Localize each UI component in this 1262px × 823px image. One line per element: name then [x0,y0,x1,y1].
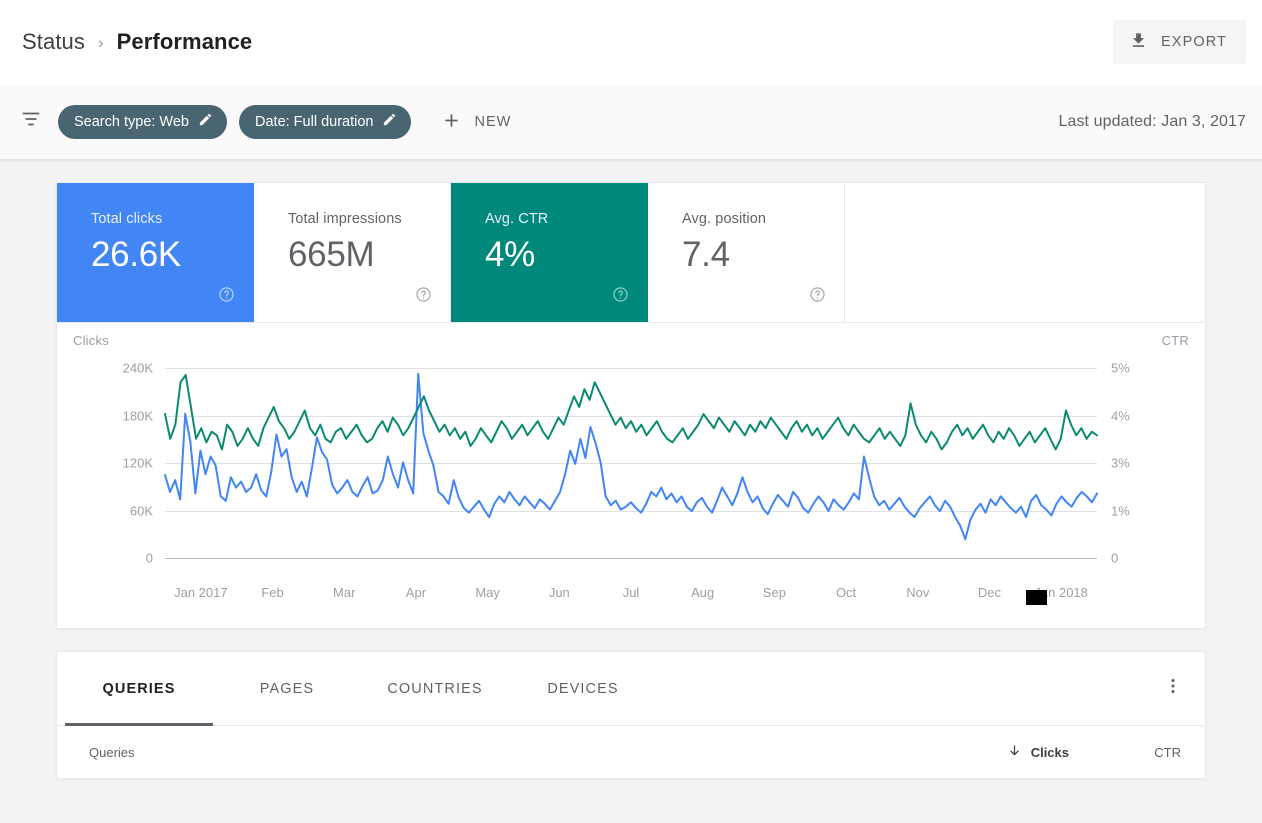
y-axis-right-title: CTR [1161,333,1189,348]
x-axis-ticks: Jan 2017 Feb Mar Apr May Jun Jul Aug Sep Oct Nov De… [165,585,1097,603]
last-updated-text: Last updated: Jan 3, 2017 [1058,112,1246,130]
filter-chip-search-type[interactable]: Search type: Web [58,104,227,139]
column-header-queries: Queries [89,744,135,760]
tab-countries[interactable]: COUNTRIES [361,652,509,725]
y-axis-left-tick: 0 [145,550,153,566]
main-content: Total clicks 26.6K Total impressions 665… [0,160,1262,779]
column-header-clicks[interactable]: Clicks [951,743,1069,761]
help-icon[interactable] [809,286,826,308]
app-header: Status › Performance EXPORT [0,0,1262,84]
more-vert-icon [1163,676,1183,701]
tab-queries[interactable]: QUERIES [65,652,213,726]
filter-bar: Search type: Web Date: Full duration NEW… [0,84,1262,160]
sort-down-arrow-icon [1007,743,1022,761]
y-axis-right-tick: 4% [1111,408,1130,423]
y-axis-left-tick: 120K [122,455,153,471]
x-axis-tick: May [475,585,500,600]
tab-label: QUERIES [102,680,176,697]
mouse-cursor-marker [1026,590,1047,605]
metric-card-total-impressions[interactable]: Total impressions 665M [254,183,451,322]
tab-label: PAGES [259,680,315,697]
tab-label: COUNTRIES [387,680,483,697]
add-new-filter-button[interactable]: NEW [435,106,517,138]
x-axis-tick: Dec [977,585,1002,600]
x-axis-tick: Oct [835,585,857,600]
y-axis-left-tick: 180K [122,408,153,423]
tune-icon[interactable] [20,108,42,135]
performance-chart: Clicks CTR 240K 180K 120K 60K 0 5% 4% 3% 1% 0 Ja… [57,323,1205,628]
tab-pages[interactable]: PAGES [213,652,361,725]
x-axis-tick: Nov [906,585,930,600]
x-axis-tick: Mar [333,585,356,600]
x-axis-tick: Jan 2017 [174,585,228,600]
table-header-row: Queries Clicks CTR [57,726,1205,778]
breadcrumb-item-status[interactable]: Status [22,29,85,55]
more-options-button[interactable] [1141,652,1205,725]
chart-line-clicks [165,374,1097,539]
page-title: Performance [116,29,253,54]
y-axis-left-tick: 60K [129,503,153,518]
metric-card-avg-ctr[interactable]: Avg. CTR 4% [451,183,648,322]
y-axis-left-title: Clicks [73,333,109,348]
metric-card-empty-slot [845,183,1205,322]
metric-value: 7.4 [682,235,730,274]
metric-label: Total clicks [91,211,163,227]
x-axis-tick: Feb [261,585,284,600]
metric-card-row: Total clicks 26.6K Total impressions 665… [57,183,1205,323]
breadcrumb: Status › Performance [22,29,1113,55]
y-axis-right-tick: 3% [1111,455,1130,471]
tab-devices[interactable]: DEVICES [509,652,657,725]
pencil-icon[interactable] [382,112,397,131]
metric-card-avg-position[interactable]: Avg. position 7.4 [648,183,845,322]
breadcrumb-separator: › [97,33,104,52]
export-button[interactable]: EXPORT [1113,20,1246,64]
metric-value: 26.6K [91,235,181,274]
x-axis-tick: Jun [548,585,570,600]
gridline [165,558,1097,559]
dimension-tabs: QUERIES PAGES COUNTRIES DEVICES [57,652,1205,726]
add-new-filter-label: NEW [474,113,512,130]
filter-chip-search-type-label: Search type: Web [74,113,189,130]
pencil-icon[interactable] [198,112,213,131]
column-header-clicks-label: Clicks [1030,744,1069,760]
x-axis-tick: Jul [622,585,640,600]
chart-series-lines [165,368,1097,545]
y-axis-left-tick: 240K [122,360,153,376]
x-axis-tick: Apr [405,585,427,600]
column-header-ctr[interactable]: CTR [1069,745,1181,760]
metric-value: 4% [485,235,535,274]
metric-card-total-clicks[interactable]: Total clicks 26.6K [57,183,254,322]
tab-label: DEVICES [547,680,619,697]
help-icon[interactable] [415,286,432,308]
dimension-table-card: QUERIES PAGES COUNTRIES DEVICES Queries … [56,651,1206,779]
metric-label: Avg. position [682,211,767,227]
download-icon [1129,31,1148,53]
metric-value: 665M [288,235,375,274]
y-axis-right-tick: 5% [1111,360,1130,376]
help-icon[interactable] [612,286,629,308]
filter-chip-date[interactable]: Date: Full duration [239,104,412,139]
export-button-label: EXPORT [1161,34,1227,50]
performance-panel: Total clicks 26.6K Total impressions 665… [56,182,1206,629]
x-axis-tick: Sep [762,585,786,600]
chart-line-ctr [165,375,1097,449]
metric-label: Total impressions [288,211,402,227]
chart-plot-area: 240K 180K 120K 60K 0 5% 4% 3% 1% 0 [123,361,1130,566]
metric-label: Avg. CTR [485,211,549,227]
filter-chip-date-label: Date: Full duration [255,113,374,130]
plus-icon [441,110,462,134]
x-axis-tick: Aug [691,585,715,600]
help-icon[interactable] [218,286,235,308]
y-axis-right-tick: 0 [1111,550,1119,566]
y-axis-right-tick: 1% [1111,503,1130,518]
